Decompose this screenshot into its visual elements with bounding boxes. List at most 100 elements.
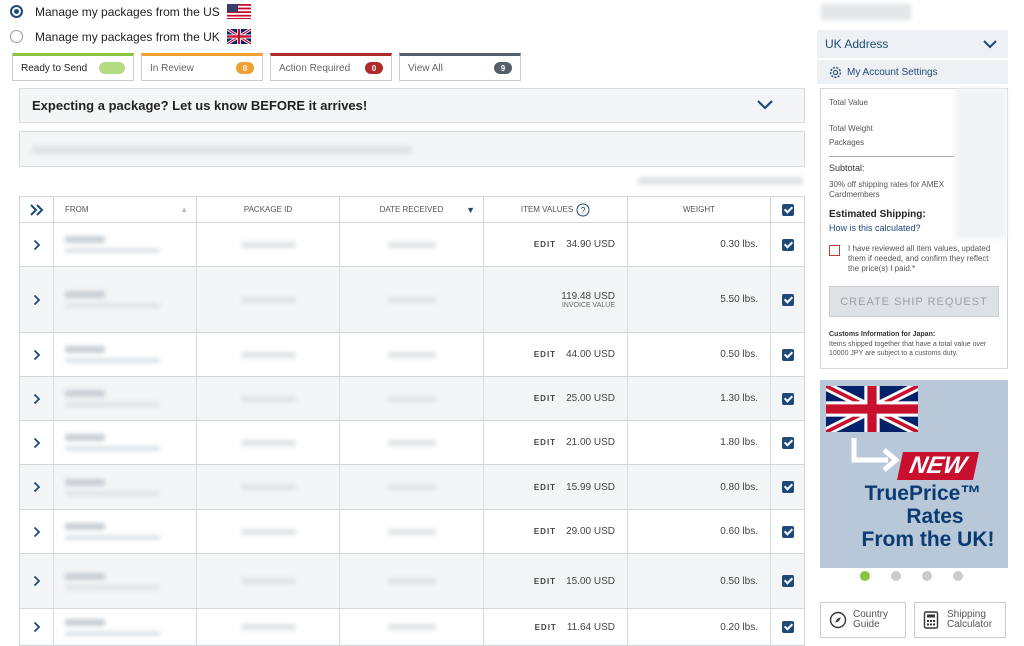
package-id-cell [197,510,340,553]
row-expand-icon[interactable] [20,465,54,509]
item-value: 11.64 USD [566,621,615,633]
row-expand-icon[interactable] [20,421,54,464]
sort-up-icon: ▲ [180,205,188,214]
carousel-dot[interactable] [922,571,932,581]
review-checkbox[interactable] [829,245,840,256]
double-chevron-right-icon [29,203,43,216]
row-select-checkbox[interactable] [781,293,794,306]
row-select-cell[interactable] [771,609,804,645]
tab-badge: 0 [236,62,254,74]
my-account-settings-link[interactable]: My Account Settings [817,60,1008,84]
date-received-column-header[interactable]: DATE RECEIVED ▼ [340,197,484,222]
compass-icon [829,611,847,629]
tab-view-all[interactable]: View All 9 [399,53,521,81]
select-all-cell[interactable] [771,197,804,222]
weight-cell: 0.30 lbs. [628,223,771,266]
review-confirm[interactable]: I have reviewed all item values, updated… [829,244,993,274]
manage-us-option[interactable]: Manage my packages from the US [10,4,251,19]
row-expand-icon[interactable] [20,377,54,420]
row-select-checkbox[interactable] [781,238,794,251]
package-id-column-header[interactable]: PACKAGE ID [197,197,340,222]
row-select-cell[interactable] [771,377,804,420]
select-all-checkbox[interactable] [781,203,794,216]
uk-address-dropdown[interactable]: UK Address [817,30,1008,58]
date-received-cell [340,223,484,266]
row-expand-icon[interactable] [20,554,54,608]
row-select-checkbox[interactable] [781,481,794,493]
date-received-cell [340,333,484,376]
chevron-right-icon [33,239,40,250]
row-select-cell[interactable] [771,554,804,608]
package-id-cell [197,421,340,464]
tab-in-review[interactable]: In Review 0 [141,53,263,81]
row-expand-icon[interactable] [20,267,54,332]
country-guide-button[interactable]: Country Guide [820,602,906,638]
row-select-cell[interactable] [771,223,804,266]
item-value-cell: EDIT 15.99 USD [484,465,628,509]
country-guide-line2: Guide [853,619,880,630]
edit-value-link[interactable]: EDIT [534,577,556,586]
banner-line-1: TruePrice™ [864,482,982,505]
uk-flag-icon [226,29,251,44]
help-icon[interactable]: ? [576,203,590,217]
row-select-checkbox[interactable] [781,436,794,449]
row-expand-icon[interactable] [20,333,54,376]
manage-uk-option[interactable]: Manage my packages from the UK [10,29,251,44]
row-select-cell[interactable] [771,421,804,464]
package-id-cell [197,223,340,266]
edit-value-link[interactable]: EDIT [535,623,557,632]
trueprice-promo-banner[interactable]: NEW TruePrice™ Rates From the UK! [820,380,1008,568]
expand-all-cell[interactable] [20,197,54,222]
row-select-cell[interactable] [771,465,804,509]
table-row[interactable]: EDIT 15.99 USD 0.80 lbs. [19,465,805,510]
edit-value-link[interactable]: EDIT [534,438,556,447]
row-expand-icon[interactable] [20,223,54,266]
tab-ready-to-send[interactable]: Ready to Send [12,53,134,81]
row-select-cell[interactable] [771,510,804,553]
uk-radio[interactable] [10,30,23,43]
expecting-package-bar[interactable]: Expecting a package? Let us know BEFORE … [19,88,805,123]
table-row[interactable]: EDIT 25.00 USD 1.30 lbs. [19,377,805,421]
edit-value-link[interactable]: EDIT [534,394,556,403]
table-row[interactable]: EDIT 11.64 USD 0.20 lbs. [19,609,805,646]
create-ship-request-button[interactable]: CREATE SHIP REQUEST [829,286,999,317]
row-select-checkbox[interactable] [781,525,794,538]
summary-values-redacted [955,89,1007,239]
item-value: 29.00 USD [566,526,615,537]
carousel-dot[interactable] [891,571,901,581]
row-select-checkbox[interactable] [781,348,794,361]
edit-value-link[interactable]: EDIT [534,483,556,492]
table-row[interactable]: EDIT 21.00 USD 1.80 lbs. [19,421,805,465]
carousel-dot[interactable] [953,571,963,581]
table-row[interactable]: EDIT 44.00 USD 0.50 lbs. [19,333,805,377]
total-weight-label: Total Weight [829,124,873,133]
edit-value-link[interactable]: EDIT [534,240,556,249]
row-select-cell[interactable] [771,333,804,376]
shipping-calc-line1: Shipping [947,608,986,620]
carousel-dot[interactable] [860,571,870,581]
select-packages-hint [638,177,803,185]
new-text: NEW [907,452,969,479]
row-select-cell[interactable] [771,267,804,332]
edit-value-link[interactable]: EDIT [534,350,556,359]
edit-value-link[interactable]: EDIT [534,527,556,536]
customs-title: Customs Information for Japan: [829,331,936,338]
row-expand-icon[interactable] [20,609,54,645]
tab-action-required[interactable]: Action Required 0 [270,53,392,81]
chevron-right-icon [33,437,40,448]
shipping-calculator-button[interactable]: Shipping Calculator [914,602,1006,638]
weight-column-header[interactable]: WEIGHT [628,197,771,222]
table-row[interactable]: EDIT 29.00 USD 0.60 lbs. [19,510,805,554]
item-values-column-header[interactable]: ITEM VALUES ? [484,197,628,222]
row-select-checkbox[interactable] [781,575,794,587]
row-expand-icon[interactable] [20,510,54,553]
how-calculated-link[interactable]: How is this calculated? [829,223,921,233]
row-select-checkbox[interactable] [781,392,794,405]
row-select-checkbox[interactable] [781,621,794,633]
table-row[interactable]: EDIT 15.00 USD 0.50 lbs. [19,554,805,609]
table-row[interactable]: EDIT 34.90 USD 0.30 lbs. [19,223,805,267]
table-row[interactable]: 119.48 USD INVOICE VALUE 5.50 lbs. [19,267,805,333]
from-column-header[interactable]: FROM ▲ [54,197,197,222]
us-radio[interactable] [10,5,23,18]
from-cell [54,554,197,608]
